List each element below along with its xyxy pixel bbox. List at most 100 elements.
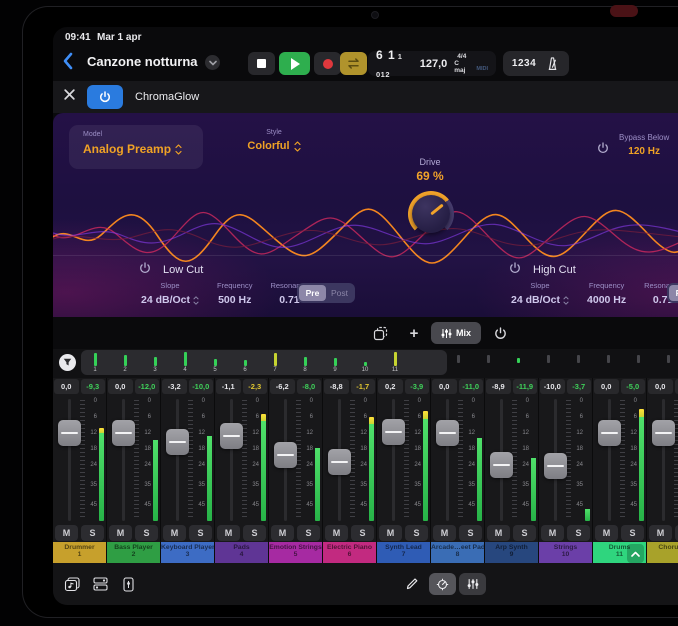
fader[interactable]: 061218243545: [431, 396, 484, 524]
pencil-icon[interactable]: [401, 573, 423, 595]
back-chevron-icon[interactable]: [61, 51, 77, 73]
mute-button[interactable]: M: [487, 525, 510, 541]
mute-button[interactable]: M: [325, 525, 348, 541]
fader[interactable]: 061218243545: [377, 396, 430, 524]
volume-readout[interactable]: -6,2: [270, 379, 295, 394]
solo-button[interactable]: S: [405, 525, 428, 541]
close-icon[interactable]: [63, 88, 79, 104]
solo-button[interactable]: S: [297, 525, 320, 541]
fader[interactable]: 061218243545: [161, 396, 214, 524]
track-name[interactable]: Drummer1: [53, 542, 106, 565]
fader-handle[interactable]: [328, 449, 351, 475]
mute-button[interactable]: M: [541, 525, 564, 541]
metronome-icon[interactable]: [545, 56, 560, 71]
bypass-power-icon[interactable]: [597, 141, 609, 159]
controls-view-button[interactable]: [429, 573, 456, 595]
track-name[interactable]: Arcade…eet Pad8: [431, 542, 484, 565]
mute-button[interactable]: M: [109, 525, 132, 541]
post-button[interactable]: Post: [326, 285, 353, 301]
model-selector[interactable]: Model Analog Preamp: [69, 125, 203, 169]
song-menu-chevron-icon[interactable]: [205, 55, 220, 70]
style-selector[interactable]: Style Colorful: [229, 129, 319, 154]
io-device-icon[interactable]: [117, 573, 139, 595]
fader-handle[interactable]: [598, 420, 621, 446]
bypass-value[interactable]: 120 Hz: [619, 146, 669, 157]
volume-readout[interactable]: -10,0: [540, 379, 565, 394]
solo-button[interactable]: S: [567, 525, 590, 541]
drive-knob[interactable]: [408, 191, 454, 237]
volume-readout[interactable]: 0,0: [594, 379, 619, 394]
fader[interactable]: 061218243545: [323, 396, 376, 524]
volume-readout[interactable]: 0,2: [378, 379, 403, 394]
fader[interactable]: 061218243545: [593, 396, 646, 524]
track-name[interactable]: Chorus V: [647, 542, 678, 565]
volume-readout[interactable]: 0,0: [54, 379, 79, 394]
slope-value[interactable]: 24 dB/Oct: [141, 294, 199, 306]
track-name[interactable]: Drums11: [593, 542, 646, 565]
track-name[interactable]: Strings10: [539, 542, 592, 565]
fader[interactable]: 061218243545: [215, 396, 268, 524]
solo-button[interactable]: S: [243, 525, 266, 541]
play-button[interactable]: [279, 52, 310, 75]
fader[interactable]: 061218243545: [647, 396, 678, 524]
mute-button[interactable]: M: [379, 525, 402, 541]
track-name[interactable]: Synth Lead7: [377, 542, 430, 565]
frequency-value[interactable]: 4000 Hz: [587, 294, 626, 306]
add-track-button[interactable]: +: [401, 322, 427, 344]
fader-handle[interactable]: [382, 419, 405, 445]
fader-handle[interactable]: [166, 429, 189, 455]
pre-button[interactable]: Pre: [299, 285, 326, 301]
fader-handle[interactable]: [544, 453, 567, 479]
volume-readout[interactable]: -1,1: [216, 379, 241, 394]
record-button[interactable]: [314, 52, 341, 75]
plugin-power-button[interactable]: [87, 85, 123, 109]
track-name[interactable]: Pads4: [215, 542, 268, 565]
track-name[interactable]: Arp Synth9: [485, 542, 538, 565]
solo-button[interactable]: S: [135, 525, 158, 541]
volume-readout[interactable]: -8,8: [324, 379, 349, 394]
fader[interactable]: 061218243545: [485, 396, 538, 524]
volume-readout[interactable]: 0,0: [432, 379, 457, 394]
track-name[interactable]: Emotion Strings5: [269, 542, 322, 565]
solo-button[interactable]: S: [351, 525, 374, 541]
fader-handle[interactable]: [490, 452, 513, 478]
fader[interactable]: 061218243545: [53, 396, 106, 524]
plugins-icon[interactable]: [89, 573, 111, 595]
frequency-value[interactable]: 500 Hz: [218, 294, 251, 306]
slope-value[interactable]: 24 dB/Oct: [511, 294, 569, 306]
song-title[interactable]: Canzone notturna: [87, 54, 198, 69]
mix-view-button[interactable]: Mix: [431, 322, 481, 344]
loop-browser-icon[interactable]: [61, 573, 83, 595]
volume-readout[interactable]: 0,0: [108, 379, 133, 394]
solo-button[interactable]: S: [81, 525, 104, 541]
low-cut-power-icon[interactable]: [139, 261, 151, 279]
stop-button[interactable]: [248, 52, 275, 75]
mute-button[interactable]: M: [271, 525, 294, 541]
solo-button[interactable]: S: [621, 525, 644, 541]
fader-handle[interactable]: [652, 420, 675, 446]
fader-handle[interactable]: [220, 423, 243, 449]
fader-handle[interactable]: [58, 420, 81, 446]
filter-icon[interactable]: [59, 354, 76, 371]
count-in-button[interactable]: 1234: [512, 58, 536, 69]
volume-readout[interactable]: 0,0: [648, 379, 673, 394]
mute-button[interactable]: M: [163, 525, 186, 541]
fader-handle[interactable]: [112, 420, 135, 446]
track-name[interactable]: Keyboard Player3: [161, 542, 214, 565]
mute-button[interactable]: M: [649, 525, 672, 541]
high-cut-power-icon[interactable]: [509, 261, 521, 279]
fader[interactable]: 061218243545: [269, 396, 322, 524]
fader[interactable]: 061218243545: [539, 396, 592, 524]
solo-button[interactable]: S: [459, 525, 482, 541]
volume-readout[interactable]: -3,2: [162, 379, 187, 394]
track-name[interactable]: Electric Piano6: [323, 542, 376, 565]
mixer-power-button[interactable]: [487, 322, 513, 344]
duplicate-button[interactable]: [367, 322, 393, 344]
solo-button[interactable]: S: [513, 525, 536, 541]
collapse-chevron-icon[interactable]: [627, 544, 644, 563]
fader-handle[interactable]: [274, 442, 297, 468]
cycle-button[interactable]: [340, 52, 367, 75]
lcd-display[interactable]: 6 11 012 127,0 4/4C maj MIDI: [368, 51, 496, 76]
mute-button[interactable]: M: [595, 525, 618, 541]
volume-readout[interactable]: -8,9: [486, 379, 511, 394]
